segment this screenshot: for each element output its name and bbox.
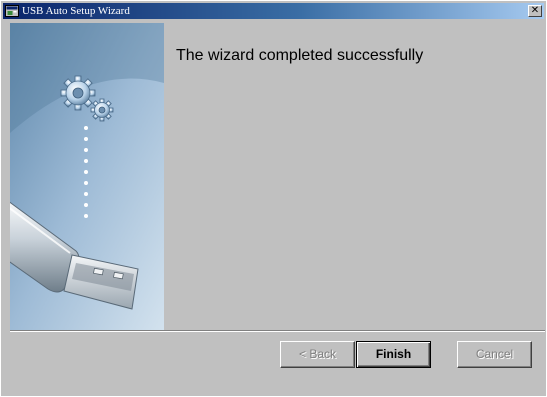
close-button[interactable]: ✕ (528, 5, 542, 17)
cancel-button[interactable]: Cancel (457, 341, 532, 368)
window-title: USB Auto Setup Wizard (22, 5, 130, 17)
wizard-window: USB Auto Setup Wizard ✕ The wizard compl… (0, 0, 547, 397)
finish-button[interactable]: Finish (356, 341, 431, 368)
wizard-app-icon (5, 5, 19, 17)
large-gear-icon (60, 75, 96, 111)
small-gear-icon (90, 98, 114, 122)
completion-heading: The wizard completed successfully (176, 47, 424, 64)
back-button[interactable]: < Back (280, 341, 355, 368)
wizard-side-illustration (10, 23, 164, 330)
title-bar[interactable]: USB Auto Setup Wizard ✕ (3, 3, 544, 19)
button-separator (10, 330, 545, 332)
progress-dots (84, 126, 88, 218)
